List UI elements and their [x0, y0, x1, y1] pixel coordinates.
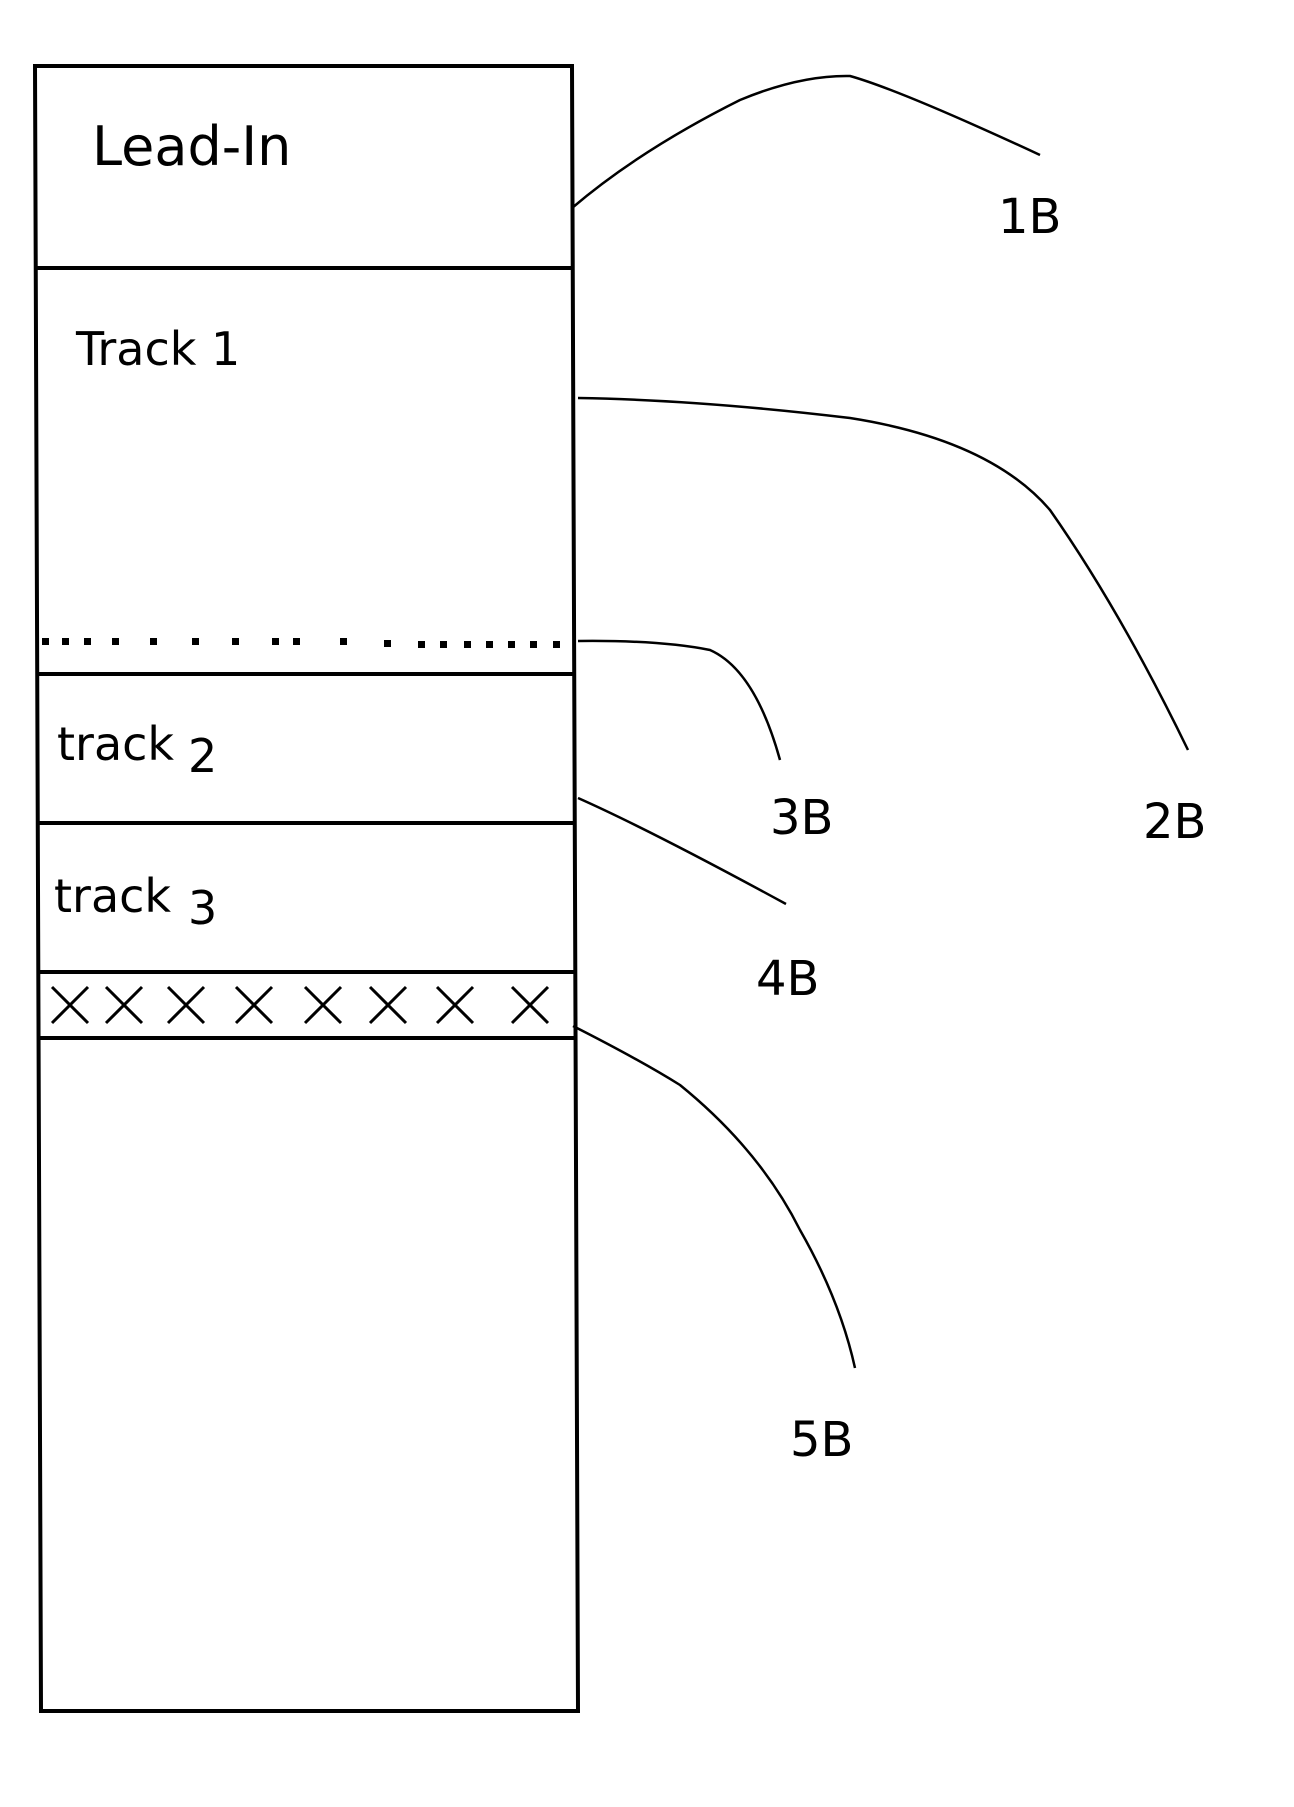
ref-label-3B: 3B: [770, 790, 833, 846]
track-3-number: 3: [188, 881, 217, 935]
track-2-label: track: [57, 717, 174, 771]
dot-mark: [192, 638, 199, 645]
x-mark: [166, 985, 206, 1025]
dot-mark: [62, 638, 69, 645]
x-mark: [50, 985, 90, 1025]
dot-mark: [440, 641, 447, 648]
dot-mark: [150, 638, 157, 645]
dot-mark: [553, 641, 560, 648]
track-2-number: 2: [188, 729, 217, 783]
x-mark: [303, 985, 343, 1025]
leader-line-1B: [571, 74, 1041, 209]
ref-label-1B: 1B: [998, 189, 1061, 245]
dotted-boundary-line: [42, 638, 560, 648]
disc-layout-diagram: Lead-In Track 1 track 2 track 3 1B 2B 3B…: [32, 64, 1206, 1713]
ref-label-5B: 5B: [790, 1412, 853, 1468]
dot-mark: [42, 638, 49, 645]
x-mark: [510, 985, 550, 1025]
dot-mark: [508, 641, 515, 648]
x-mark: [435, 985, 475, 1025]
track-3-label: track: [54, 869, 171, 923]
dot-mark: [486, 641, 493, 648]
leader-line-3B: [577, 639, 782, 761]
dot-mark: [272, 638, 279, 645]
dot-mark: [340, 638, 347, 645]
dot-mark: [384, 640, 391, 647]
dot-mark: [112, 638, 119, 645]
dot-mark: [84, 638, 91, 645]
leader-line-2B: [577, 396, 1190, 751]
crossed-band-marks: [50, 985, 550, 1025]
dot-mark: [530, 641, 537, 648]
dot-mark: [293, 638, 300, 645]
track-1-label: Track 1: [75, 322, 240, 376]
leader-line-5B: [572, 1024, 857, 1369]
leader-line-4B: [577, 796, 787, 906]
lead-in-label: Lead-In: [92, 115, 291, 178]
dot-mark: [232, 638, 239, 645]
x-mark: [368, 985, 408, 1025]
dot-mark: [418, 641, 425, 648]
x-mark: [234, 985, 274, 1025]
ref-label-2B: 2B: [1143, 794, 1206, 850]
ref-label-4B: 4B: [756, 951, 819, 1007]
x-mark: [104, 985, 144, 1025]
dot-mark: [464, 641, 471, 648]
